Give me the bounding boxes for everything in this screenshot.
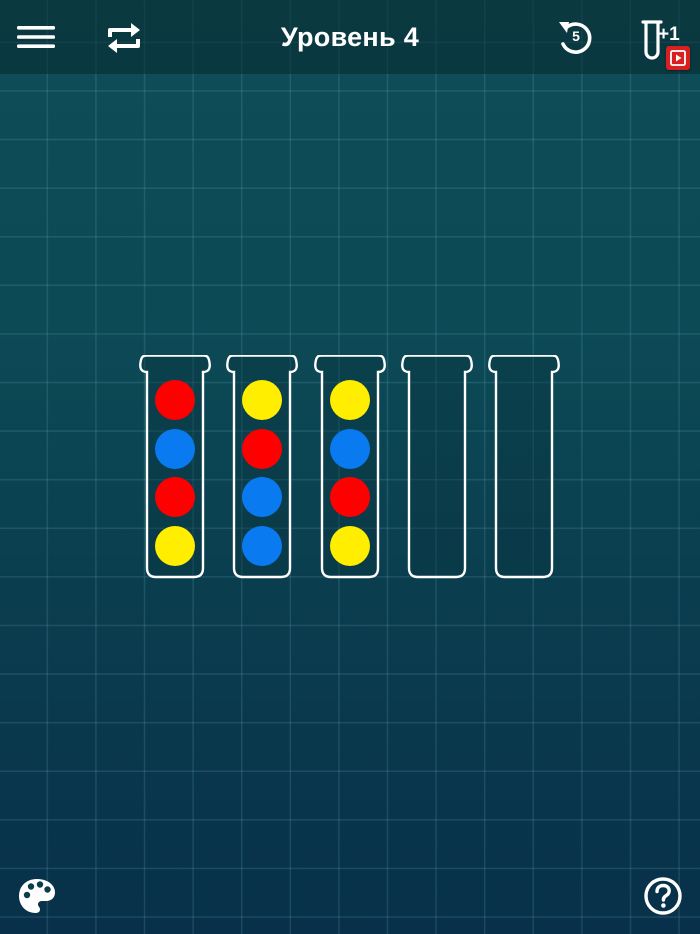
ball [155,526,195,566]
ball [155,477,195,517]
ball [330,526,370,566]
tube-4[interactable] [401,355,473,579]
ball [155,380,195,420]
ball [242,526,282,566]
palette-icon[interactable] [17,876,57,916]
ball [242,477,282,517]
ball [242,429,282,469]
tube-area [0,0,700,934]
ball [155,429,195,469]
tube-5[interactable] [488,355,560,579]
tube-outline [488,355,560,579]
ball [330,380,370,420]
tube-2[interactable] [226,355,298,579]
tube-1[interactable] [139,355,211,579]
tube-3[interactable] [314,355,386,579]
help-icon[interactable] [643,876,683,916]
tube-outline [401,355,473,579]
ball [330,429,370,469]
ball [242,380,282,420]
ball [330,477,370,517]
